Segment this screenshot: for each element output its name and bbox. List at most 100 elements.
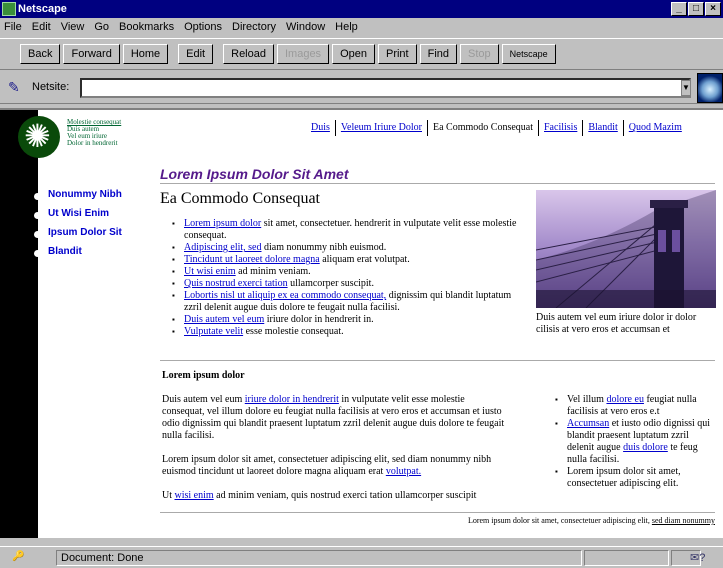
netscape-throbber-logo[interactable]: [697, 73, 723, 103]
browser-window: Netscape _ □ × File Edit View Go Bookmar…: [0, 0, 723, 568]
list-item: Vel illum dolore eu feugiat nulla facili…: [555, 394, 715, 418]
sidenav-item[interactable]: Ipsum Dolor Sit: [34, 227, 148, 238]
paragraph-text: Duis autem vel eum: [162, 394, 245, 405]
bridge-photo: [536, 190, 716, 308]
topnav-link-facilisis[interactable]: Facilisis: [544, 122, 577, 133]
bullet-link[interactable]: Adipiscing elit, sed: [184, 242, 262, 253]
topnav-link-blandit[interactable]: Blandit: [588, 122, 617, 133]
menu-options[interactable]: Options: [184, 21, 222, 33]
bullet-text: ullamcorper suscipit.: [287, 278, 374, 289]
list-item: Adipiscing elit, sed diam nonummy nibh e…: [172, 242, 522, 254]
list-link[interactable]: dolore eu: [606, 394, 644, 405]
brand-line: Dolor in hendrerit: [67, 139, 118, 147]
menu-help[interactable]: Help: [335, 21, 358, 33]
sidenav-item[interactable]: Ut Wisi Enim: [34, 208, 148, 219]
list-item: Lorem ipsum dolor sit amet, consectetuer…: [555, 466, 715, 490]
menu-edit[interactable]: Edit: [32, 21, 51, 33]
images-button[interactable]: Images: [276, 44, 330, 64]
left-black-bar: [0, 110, 38, 538]
location-bar: ✎ Netsite: ▼: [0, 72, 723, 104]
topnav-link-duis[interactable]: Duis: [311, 122, 330, 133]
sidenav-label[interactable]: Ipsum Dolor Sit: [48, 227, 122, 238]
find-button[interactable]: Find: [419, 44, 458, 64]
navigation-toolbar: Back Forward Home Edit Reload Images Ope…: [0, 38, 723, 70]
paragraph-link[interactable]: wisi enim: [175, 490, 214, 501]
mail-icon[interactable]: ✉?: [690, 551, 705, 564]
topnav-item: Quod Mazim: [624, 120, 687, 136]
print-button[interactable]: Print: [377, 44, 417, 64]
footer-link[interactable]: sed diam nonummy: [652, 516, 715, 525]
menu-go[interactable]: Go: [94, 21, 109, 33]
open-button[interactable]: Open: [332, 44, 375, 64]
window-title: Netscape: [18, 3, 67, 15]
list-item: Lobortis nisl ut aliquip ex ea commodo c…: [172, 290, 522, 314]
menu-bar: File Edit View Go Bookmarks Options Dire…: [0, 18, 723, 36]
sidenav-item[interactable]: Blandit: [34, 246, 148, 257]
section-title: Ea Commodo Consequat: [160, 190, 320, 207]
stop-button[interactable]: Stop: [460, 44, 499, 64]
back-button[interactable]: Back: [20, 44, 61, 64]
bullet-text: esse molestie consequat.: [243, 326, 344, 337]
list-item: Tincidunt ut laoreet dolore magna aliqua…: [172, 254, 522, 266]
topnav-link-veleum[interactable]: Veleum Iriure Dolor: [341, 122, 422, 133]
topnav-item: Duis: [306, 120, 336, 136]
bullet-text: iriure dolor in hendrerit in.: [264, 314, 374, 325]
footer-copy: Lorem ipsum dolor sit amet, consectetuer…: [467, 516, 652, 525]
security-key-icon[interactable]: 🔑: [12, 551, 46, 565]
list-item: Quis nostrud exerci tation ullamcorper s…: [172, 278, 522, 290]
reload-button[interactable]: Reload: [223, 44, 274, 64]
status-text: Document: Done: [56, 550, 582, 566]
paragraph-link[interactable]: iriure dolor in hendrerit: [245, 394, 339, 405]
sidenav-label[interactable]: Ut Wisi Enim: [48, 208, 109, 219]
sidenav-label[interactable]: Nonummy Nibh: [48, 189, 122, 200]
sidenav-item[interactable]: Nonummy Nibh: [34, 189, 148, 200]
home-button[interactable]: Home: [122, 44, 169, 64]
subheading: Lorem ipsum dolor: [162, 370, 245, 381]
bullet-link[interactable]: Duis autem vel eum: [184, 314, 264, 325]
page-content: Molestie consequat Duis autem Vel eum ir…: [0, 108, 723, 538]
topnav-item: Facilisis: [539, 120, 584, 136]
list-text: Lorem ipsum dolor sit amet, consectetuer…: [567, 466, 681, 489]
netscape-app-icon: [2, 2, 16, 16]
bullet-list: Lorem ipsum dolor sit amet, consectetuer…: [172, 218, 522, 338]
brand-tagline: Molestie consequat Duis autem Vel eum ir…: [67, 119, 121, 147]
menu-window[interactable]: Window: [286, 21, 325, 33]
topnav-current: Ea Commodo Consequat: [428, 120, 539, 136]
maximize-icon[interactable]: □: [688, 2, 704, 16]
list-item: Accumsan et iusto odio dignissi qui blan…: [555, 418, 715, 466]
footer-text: Lorem ipsum dolor sit amet, consectetuer…: [468, 516, 715, 525]
paragraph-link[interactable]: volutpat.: [386, 466, 421, 477]
close-icon[interactable]: ×: [705, 2, 721, 16]
location-input[interactable]: [80, 78, 691, 98]
top-navigation: Duis Veleum Iriure Dolor Ea Commodo Cons…: [306, 120, 687, 136]
menu-file[interactable]: File: [4, 21, 22, 33]
bullet-link[interactable]: Tincidunt ut laoreet dolore magna: [184, 254, 320, 265]
bullet-link[interactable]: Quis nostrud exerci tation: [184, 278, 288, 289]
page-headline: Lorem Ipsum Dolor Sit Amet: [160, 166, 349, 182]
menu-bookmarks[interactable]: Bookmarks: [119, 21, 174, 33]
photo-caption: Duis autem vel eum iriure dolor ir dolor…: [536, 312, 697, 335]
list-link[interactable]: duis dolore: [623, 442, 668, 453]
paragraph-text: Ut: [162, 490, 175, 501]
minimize-icon[interactable]: _: [671, 2, 687, 16]
topnav-link-quod-mazim[interactable]: Quod Mazim: [629, 122, 682, 133]
bullet-link[interactable]: Ut wisi enim: [184, 266, 236, 277]
netscape-button[interactable]: Netscape: [501, 44, 556, 64]
menu-directory[interactable]: Directory: [232, 21, 276, 33]
bullet-link[interactable]: Lorem ipsum dolor: [184, 218, 261, 229]
location-dropdown-icon[interactable]: ▼: [681, 80, 691, 96]
menu-view[interactable]: View: [61, 21, 85, 33]
bullet-link[interactable]: Vulputate velit: [184, 326, 243, 337]
right-bullet-list: Vel illum dolore eu feugiat nulla facili…: [555, 394, 715, 490]
bullet-link[interactable]: Lobortis nisl ut aliquip ex ea commodo c…: [184, 290, 386, 301]
list-item: Duis autem vel eum iriure dolor in hendr…: [172, 314, 522, 326]
bookmark-pencil-icon[interactable]: ✎: [8, 79, 22, 95]
sidenav-label[interactable]: Blandit: [48, 246, 82, 257]
divider: [160, 512, 715, 513]
window-controls: _ □ ×: [671, 2, 721, 16]
bullet-text: ad minim veniam.: [235, 266, 311, 277]
edit-button[interactable]: Edit: [178, 44, 214, 64]
paragraph-text: Lorem ipsum dolor sit amet, consectetuer…: [162, 454, 492, 477]
forward-button[interactable]: Forward: [63, 44, 120, 64]
list-link[interactable]: Accumsan: [567, 418, 609, 429]
